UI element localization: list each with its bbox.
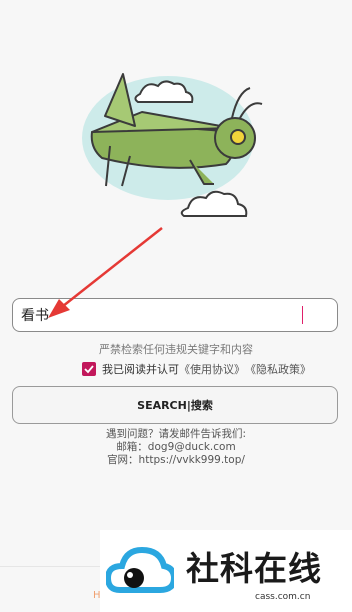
contact-heading: 遇到问题？请发邮件告诉我们: xyxy=(105,428,247,440)
terms-link[interactable]: 《使用协议》 xyxy=(179,361,245,377)
cloud-eye-icon xyxy=(106,546,174,593)
contact-website: 官网：https://vvkk999.top/ xyxy=(107,454,245,466)
search-button[interactable]: SEARCH|搜索 xyxy=(12,386,338,424)
agreement-text: 我已阅读并认可 xyxy=(102,363,179,376)
watermark-title: 社科在线 xyxy=(186,549,322,588)
agreement-checkbox[interactable] xyxy=(82,362,96,376)
agreement-row: 我已阅读并认可 《使用协议》 《隐私政策》 xyxy=(82,361,311,377)
watermark: 社科在线 cass.com.cn xyxy=(100,530,352,612)
contact-info: 遇到问题？请发邮件告诉我们: 邮箱：dog9@duck.com 官网：https… xyxy=(0,428,352,467)
text-caret xyxy=(302,306,303,324)
contact-email: 邮箱：dog9@duck.com xyxy=(116,441,236,453)
grasshopper-illustration xyxy=(82,73,263,217)
divider xyxy=(0,566,100,567)
check-icon xyxy=(84,365,94,374)
watermark-url: cass.com.cn xyxy=(255,592,311,602)
privacy-link[interactable]: 《隐私政策》 xyxy=(245,361,311,377)
search-notice: 严禁检索任何违规关键字和内容 xyxy=(99,343,253,356)
annotation-arrow xyxy=(48,227,163,318)
